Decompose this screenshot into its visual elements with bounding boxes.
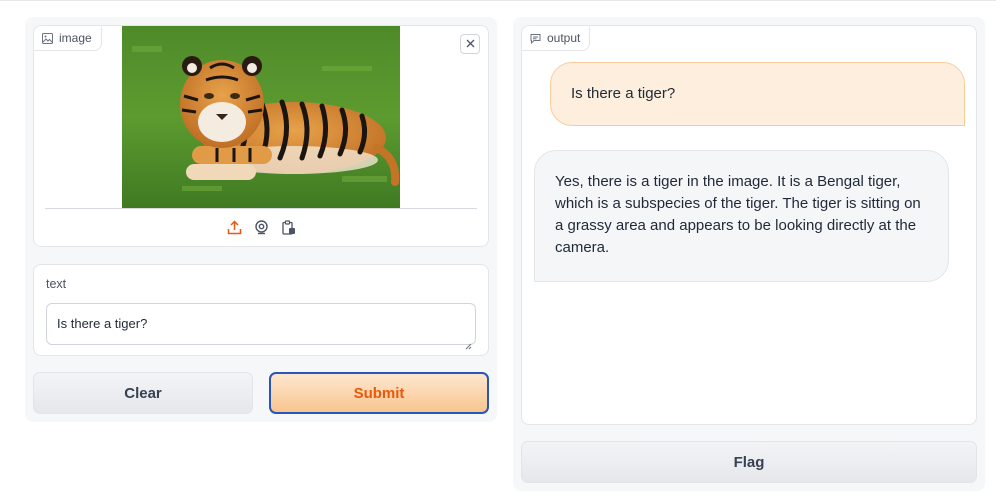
user-message: Is there a tiger? [550, 62, 965, 126]
webcam-icon[interactable] [253, 219, 269, 235]
tiger-image [122, 26, 400, 208]
chatbot-output-block: output Is there a tiger? Yes, there is a… [521, 25, 977, 425]
text-input[interactable]: Is there a tiger? [46, 303, 476, 345]
image-input-block: image [33, 25, 489, 247]
input-panel: image text Is there a tiger? Clear Submi… [25, 17, 497, 422]
image-divider [45, 208, 477, 209]
image-label-tab: image [33, 25, 102, 51]
bot-message: Yes, there is a tiger in the image. It i… [534, 150, 949, 282]
text-label: text [46, 277, 67, 291]
clipboard-icon[interactable] [280, 219, 296, 235]
resize-grip-icon[interactable] [465, 337, 472, 355]
clear-image-button[interactable] [460, 34, 480, 54]
bot-message-text: Yes, there is a tiger in the image. It i… [555, 173, 921, 256]
close-icon [466, 35, 475, 53]
output-label-tab: output [521, 25, 591, 51]
image-source-toolbar [34, 219, 488, 235]
user-message-text: Is there a tiger? [571, 85, 676, 102]
chat-icon [530, 33, 541, 44]
image-label: image [59, 31, 92, 45]
submit-button[interactable]: Submit [269, 372, 489, 414]
upload-icon[interactable] [226, 219, 242, 235]
text-input-block: text Is there a tiger? [33, 264, 489, 356]
image-icon [42, 32, 53, 44]
clear-button[interactable]: Clear [33, 372, 253, 414]
flag-button[interactable]: Flag [521, 441, 977, 483]
top-divider [0, 0, 996, 1]
output-panel: output Is there a tiger? Yes, there is a… [513, 17, 985, 491]
output-label: output [547, 31, 581, 45]
